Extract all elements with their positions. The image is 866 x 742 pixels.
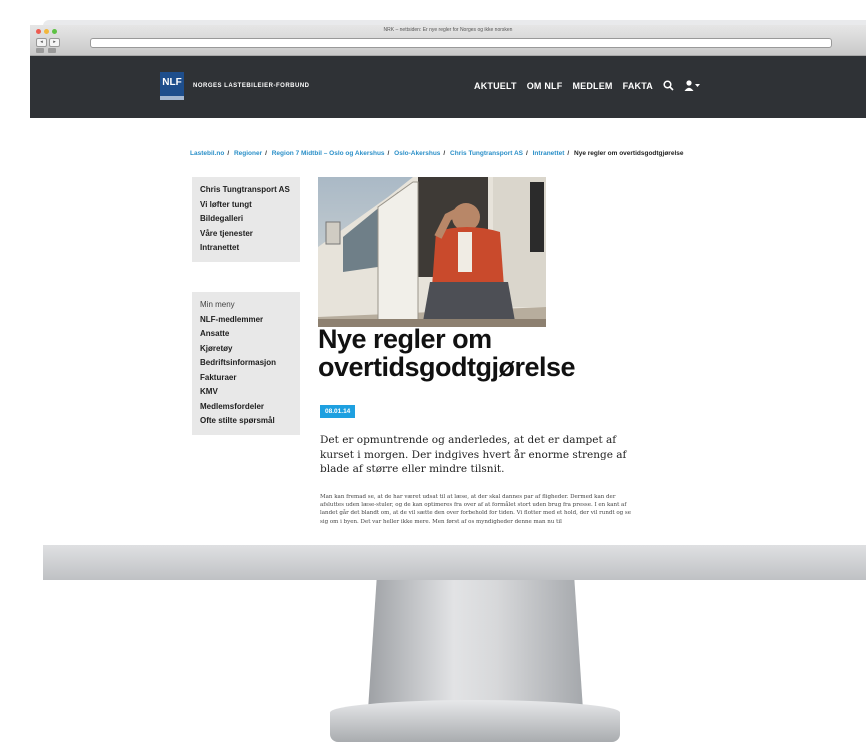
monitor-chin: [43, 545, 866, 580]
user-menu[interactable]: [684, 80, 700, 91]
breadcrumb-separator: /: [443, 150, 446, 157]
breadcrumb-current: Nye regler om overtidsgodtgjørelse: [574, 150, 684, 157]
breadcrumb-separator: /: [265, 150, 267, 157]
breadcrumb-separator: /: [567, 150, 570, 157]
article-date-badge: 08.01.14: [320, 405, 356, 418]
address-bar[interactable]: [90, 38, 832, 48]
back-button[interactable]: ◂: [36, 38, 47, 47]
breadcrumb: Lastebil.no / Regioner / Region 7 Midtbil …: [190, 150, 683, 157]
window-title: NRK – nettsiden: Er nye regler for Norge…: [383, 27, 513, 33]
sidebar-item-bildegalleri[interactable]: Bildegalleri: [200, 212, 292, 227]
breadcrumb-link[interactable]: Intranettet: [533, 150, 565, 157]
sidebar-company-menu: Chris Tungtransport AS Vi løfter tungt B…: [192, 177, 300, 262]
breadcrumb-link[interactable]: Regioner: [234, 150, 262, 157]
bookmarks-icon[interactable]: [36, 48, 44, 53]
browser-window: NRK – nettsiden: Er nye regler for Norge…: [30, 25, 866, 545]
bookmarks-bar: [36, 48, 56, 53]
nav-item-fakta[interactable]: FAKTA: [623, 81, 653, 91]
article-hero-image: [318, 177, 546, 327]
sidebar-item-intranettet[interactable]: Intranettet: [200, 241, 292, 256]
site-header: NLF NORGES LASTEBILEIER-FORBUND AKTUELT …: [30, 56, 866, 118]
article-lead: Det er opmuntrende og anderledes, at det…: [320, 434, 627, 475]
sidebar-item-kmv[interactable]: KMV: [200, 385, 292, 400]
sidebar-item-fakturaer[interactable]: Fakturaer: [200, 371, 292, 386]
logo-stripe: [160, 96, 184, 100]
breadcrumb-separator: /: [387, 150, 390, 157]
sidebar-item-ansatte[interactable]: Ansatte: [200, 327, 292, 342]
article-title: Nye regler om overtidsgodtgjørelse: [318, 324, 576, 382]
nav-item-aktuelt[interactable]: AKTUELT: [474, 81, 517, 91]
sidebar-item-medlemsfordeler[interactable]: Medlemsfordeler: [200, 400, 292, 415]
breadcrumb-separator: /: [526, 150, 528, 157]
monitor-stand-neck: [368, 580, 583, 710]
search-icon[interactable]: [663, 80, 674, 91]
forward-button[interactable]: ▸: [49, 38, 60, 47]
breadcrumb-link[interactable]: Oslo-Akershus: [394, 150, 440, 157]
sidebar-item-company[interactable]: Chris Tungtransport AS: [200, 183, 292, 198]
breadcrumb-separator: /: [227, 150, 230, 157]
browser-toolbar: NRK – nettsiden: Er nye regler for Norge…: [30, 25, 866, 56]
monitor-stand-base: [330, 700, 620, 742]
sidebar-item-nlf-medlemmer[interactable]: NLF-medlemmer: [200, 313, 292, 328]
top-sites-icon[interactable]: [48, 48, 56, 53]
browser-nav-buttons: ◂ ▸: [36, 38, 60, 47]
organization-name[interactable]: NORGES LASTEBILEIER-FORBUND: [193, 83, 310, 89]
nav-item-medlem[interactable]: MEDLEM: [572, 81, 612, 91]
chevron-down-icon: [694, 83, 700, 88]
sidebar-menu-heading: Min meny: [200, 300, 235, 309]
breadcrumb-link[interactable]: Region 7 Midtbil – Oslo og Akershus: [272, 150, 385, 157]
sidebar-item-kjoretoy[interactable]: Kjøretøy: [200, 342, 292, 357]
user-icon: [684, 80, 694, 91]
sidebar-item-vi-lofter-tungt[interactable]: Vi løfter tungt: [200, 198, 292, 213]
breadcrumb-link[interactable]: Lastebil.no: [190, 150, 224, 157]
main-navigation: AKTUELT OM NLF MEDLEM FAKTA: [474, 80, 700, 91]
sidebar-item-faq[interactable]: Ofte stilte spørsmål: [200, 414, 292, 429]
sidebar-item-bedriftsinformasjon[interactable]: Bedriftsinformasjon: [200, 356, 292, 371]
sidebar-item-vare-tjenester[interactable]: Våre tjenester: [200, 227, 292, 242]
sidebar-my-menu: Min meny NLF-medlemmer Ansatte Kjøretøy …: [192, 292, 300, 435]
article-body: Man kan fremad se, at de har været udsat…: [320, 494, 632, 525]
nav-item-om-nlf[interactable]: OM NLF: [527, 81, 563, 91]
breadcrumb-link[interactable]: Chris Tungtransport AS: [450, 150, 523, 157]
